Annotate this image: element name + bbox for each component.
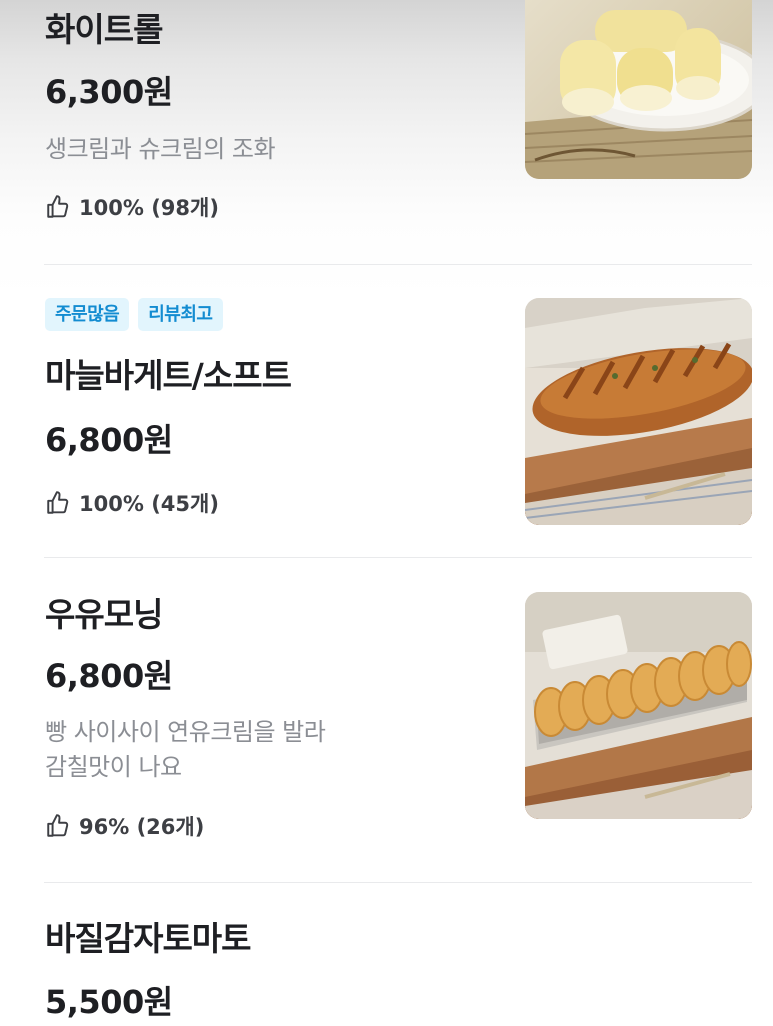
badge-best-reviews: 리뷰최고 — [138, 298, 223, 331]
menu-item-price: 5,500원 — [45, 983, 173, 1021]
thumbs-up-icon — [45, 490, 71, 516]
menu-item-price: 6,800원 — [45, 657, 173, 695]
rating: 100% (98개) — [45, 192, 219, 222]
rating: 96% (26개) — [45, 811, 204, 841]
menu-item-price: 6,800원 — [45, 421, 173, 459]
menu-item-price: 6,300원 — [45, 73, 173, 111]
menu-item-name: 바질감자토마토 — [45, 919, 252, 958]
menu-item[interactable]: 바질감자토마토 5,500원 — [0, 883, 773, 1026]
menu-item[interactable]: 주문많음 리뷰최고 마늘바게트/소프트 6,800원 100% (45개) — [0, 266, 773, 558]
rating-text: 100% (98개) — [79, 196, 219, 220]
rating-text: 96% (26개) — [79, 815, 205, 839]
divider — [44, 557, 752, 558]
menu-item-photo[interactable] — [525, 592, 752, 819]
rating-text: 100% (45개) — [79, 492, 219, 516]
menu-item-description: 빵 사이사이 연유크림을 발라 — [45, 718, 326, 746]
menu-list: 화이트롤 6,300원 생크림과 슈크림의 조화 100% (98개) 주문많음… — [0, 0, 773, 1026]
menu-item-photo[interactable] — [525, 0, 752, 179]
badge-popular-orders: 주문많음 — [45, 298, 130, 331]
rating: 100% (45개) — [45, 488, 219, 518]
badge-group: 주문많음 리뷰최고 — [45, 298, 223, 331]
thumbs-up-icon — [45, 194, 71, 220]
menu-item-name: 우유모닝 — [45, 595, 163, 634]
menu-item-description: 생크림과 슈크림의 조화 — [45, 135, 276, 163]
menu-item-name: 화이트롤 — [45, 10, 163, 49]
menu-item-description: 감칠맛이 나요 — [45, 753, 182, 781]
menu-item[interactable]: 우유모닝 6,800원 빵 사이사이 연유크림을 발라 감칠맛이 나요 96% … — [0, 559, 773, 882]
menu-item[interactable]: 화이트롤 6,300원 생크림과 슈크림의 조화 100% (98개) — [0, 0, 773, 265]
menu-item-name: 마늘바게트/소프트 — [45, 356, 292, 395]
thumbs-up-icon — [45, 813, 71, 839]
divider — [44, 264, 752, 265]
menu-item-photo[interactable] — [525, 298, 752, 525]
